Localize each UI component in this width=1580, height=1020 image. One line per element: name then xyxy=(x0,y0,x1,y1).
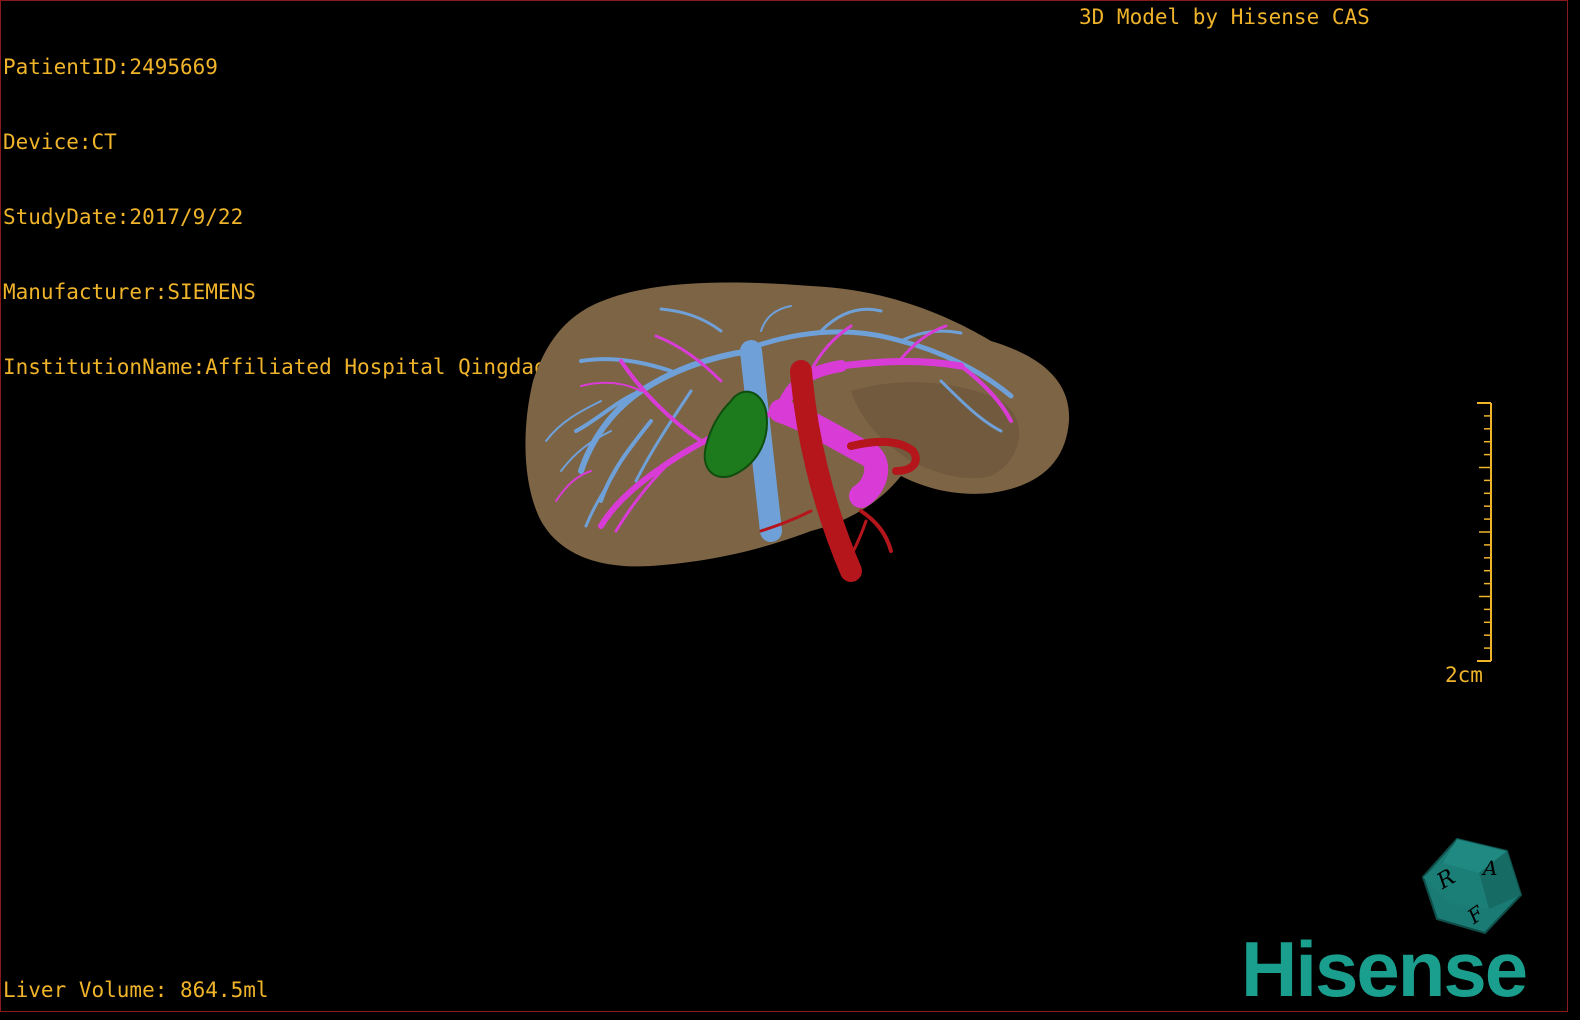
liver-volume: Liver Volume: 864.5ml xyxy=(3,978,269,1002)
scale-label: 2cm xyxy=(1445,663,1483,687)
study-date: StudyDate:2017/9/22 xyxy=(3,205,244,229)
patient-id: PatientID:2495669 xyxy=(3,55,218,79)
model-caption: 3D Model by Hisense CAS xyxy=(1079,5,1370,29)
scale-bar xyxy=(1477,402,1492,662)
hisense-logo: Hisense xyxy=(1241,925,1528,1012)
cube-face-a: A xyxy=(1481,856,1497,880)
liver-3d-model[interactable] xyxy=(521,271,1081,591)
device: Device:CT xyxy=(3,130,117,154)
3d-viewport[interactable]: PatientID:2495669 Device:CT StudyDate:20… xyxy=(0,0,1568,1012)
